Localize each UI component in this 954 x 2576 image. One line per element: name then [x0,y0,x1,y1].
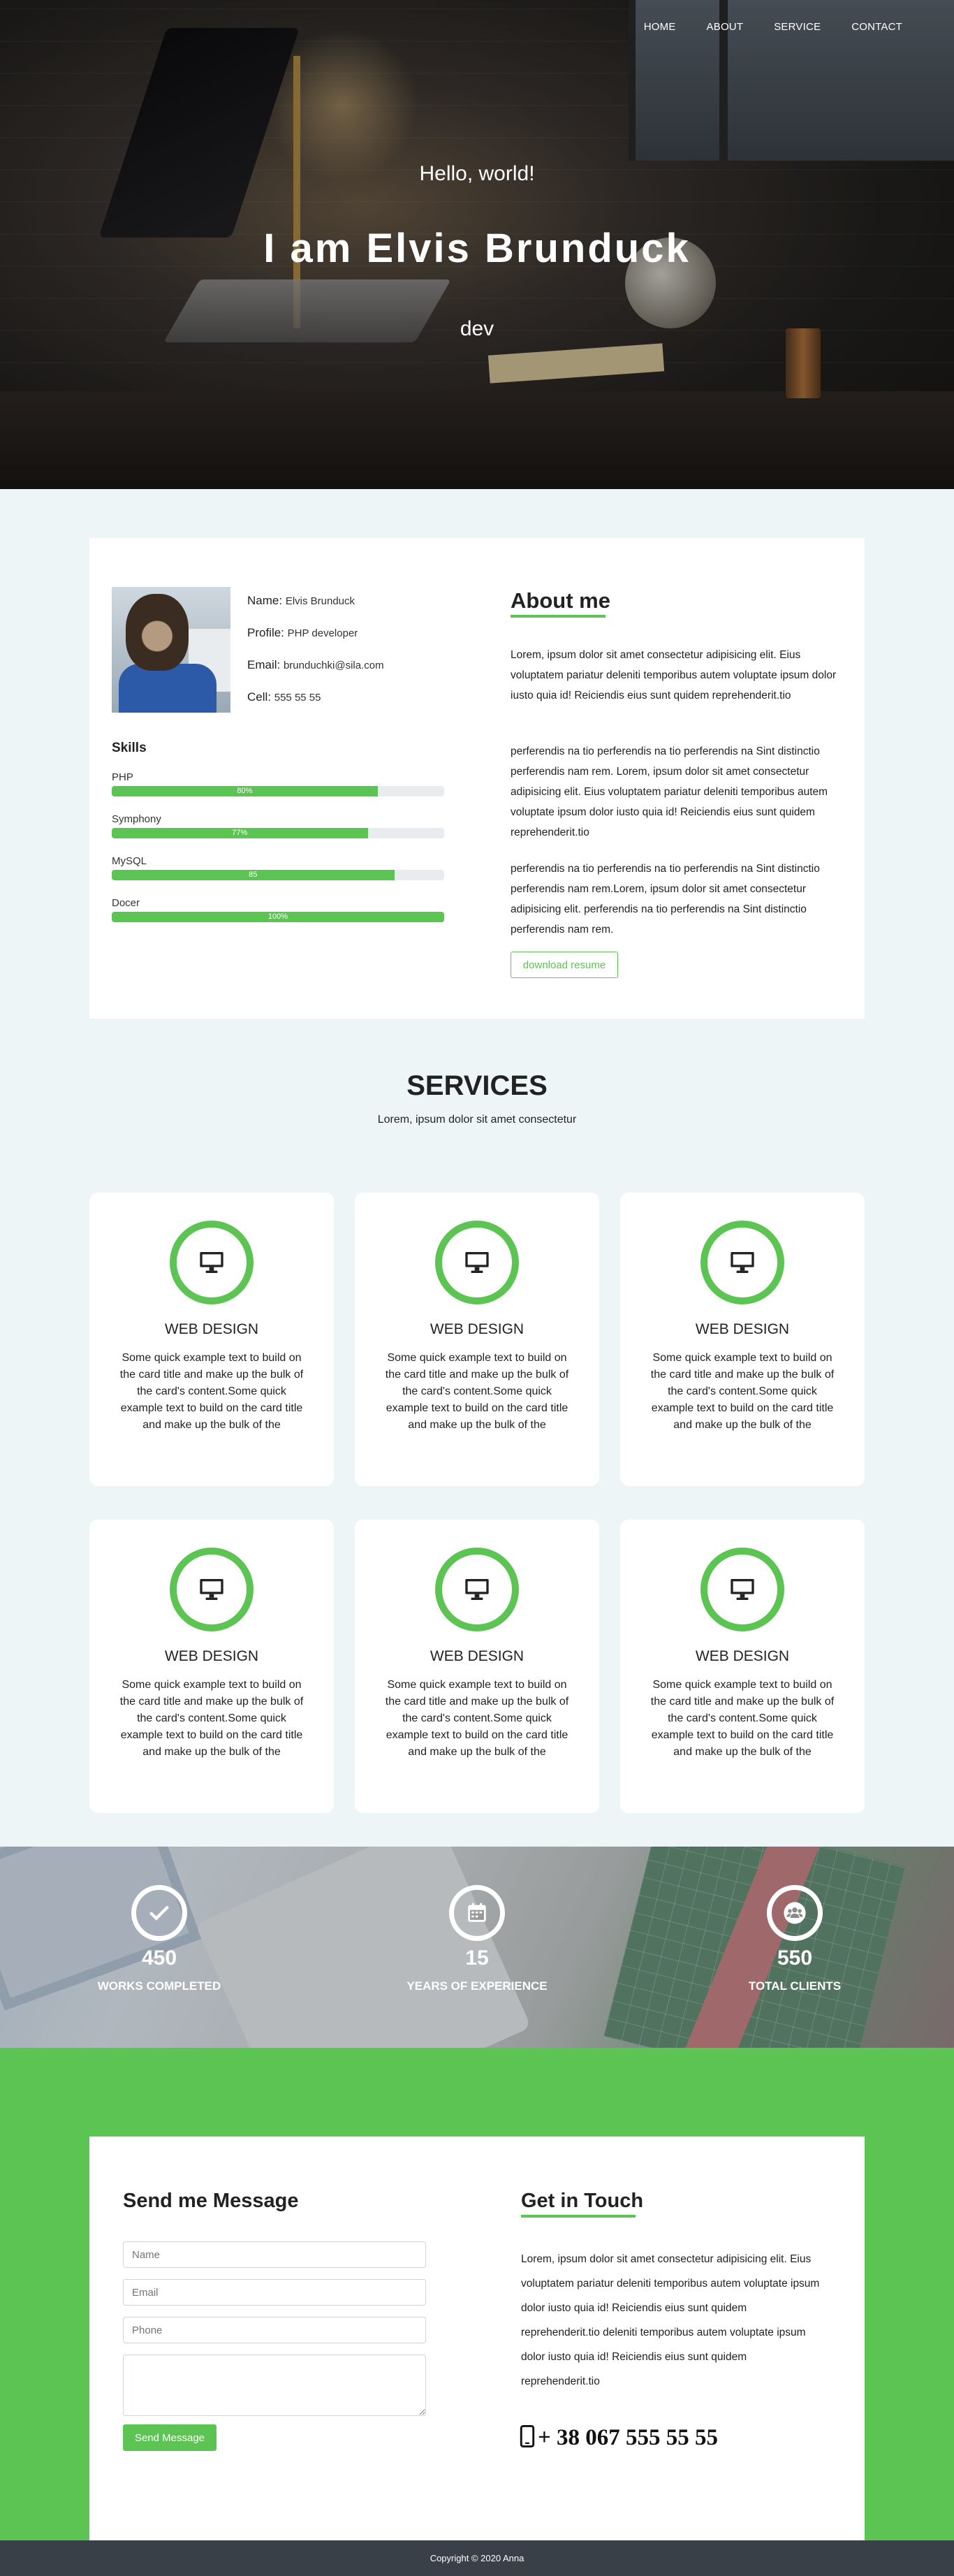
nav-about-link[interactable]: ABOUT [691,21,759,33]
hero-greeting: Hello, world! [419,162,535,185]
skill-docer: Docer 100% [112,897,444,922]
monitor-icon [170,1548,254,1631]
main-nav: HOME ABOUT SERVICE CONTACT [629,21,918,33]
stat-number: 550 [777,1946,813,1970]
message-field[interactable] [123,2355,426,2416]
service-card-text: Some quick example text to build on the … [119,1352,304,1431]
skill-mysql: MySQL 85 [112,855,444,880]
nav-service-link[interactable]: SERVICE [758,21,836,33]
service-card: WEB DESIGN Some quick example text to bu… [89,1520,334,1813]
check-icon [131,1885,187,1941]
profile-cell-value: 555 55 55 [274,692,321,704]
email-field[interactable] [123,2279,426,2306]
profile-email-value: brunduchki@sila.com [283,660,384,671]
services-subtitle: Lorem, ipsum dolor sit amet consectetur [377,1114,577,1126]
stat-label: TOTAL CLIENTS [748,1979,842,1993]
stat-label: YEARS OF EXPERIENCE [406,1979,548,1993]
contact-phone-number: + 38 067 555 55 55 [538,2425,719,2450]
about-paragraph: Lorem, ipsum dolor sit amet consectetur … [511,649,837,701]
users-icon [767,1885,823,1941]
skill-progress-bar: 77% [112,828,444,838]
phone-icon [520,2425,535,2447]
monitor-icon [435,1221,519,1304]
service-card-text: Some quick example text to build on the … [119,1679,304,1758]
profile-info: Name: Elvis Brunduck Profile: PHP develo… [247,594,384,722]
profile-email-row: Email: brunduchki@sila.com [247,658,384,671]
contact-phone: + 38 067 555 55 55 [520,2425,718,2451]
service-card: WEB DESIGN Some quick example text to bu… [355,1520,599,1813]
profile-name-row: Name: Elvis Brunduck [247,594,355,607]
profile-cell-row: Cell: 555 55 55 [247,690,321,704]
service-card-title: WEB DESIGN [164,1321,259,1337]
skill-progress-bar: 85 [112,870,444,880]
service-card-title: WEB DESIGN [164,1648,259,1664]
monitor-icon [700,1221,784,1304]
contact-card: Send me Message Send Message Get in Touc… [89,2137,865,2540]
about-paragraph: perferendis na tio perferendis na tio pe… [511,863,820,936]
about-paragraph: perferendis na tio perferendis na tio pe… [511,745,828,838]
get-in-touch-text: Lorem, ipsum dolor sit amet consectetur … [521,2253,820,2387]
skill-php: PHP 80% [112,771,444,796]
footer: Copyright © 2020 Anna [0,2540,954,2576]
service-card-text: Some quick example text to build on the … [650,1679,835,1758]
get-in-touch-underline [521,2215,636,2218]
nav-home-link[interactable]: HOME [629,21,691,33]
stats-section: 450 WORKS COMPLETED 15 YEARS OF EXPERIEN… [0,1847,954,2048]
phone-field[interactable] [123,2317,426,2343]
copyright-text: Copyright © 2020 Anna [430,2553,524,2563]
service-card-title: WEB DESIGN [430,1648,524,1664]
service-card-title: WEB DESIGN [430,1321,524,1337]
hero-section: HOME ABOUT SERVICE CONTACT Hello, world!… [0,0,954,489]
about-title-underline [511,615,606,618]
skills-heading: Skills [112,741,147,755]
contact-form-title: Send me Message [123,2190,299,2212]
service-card-title: WEB DESIGN [695,1321,790,1337]
profile-name-value: Elvis Brunduck [285,595,355,607]
skill-symphony: Symphony 77% [112,813,444,838]
service-card-title: WEB DESIGN [695,1648,790,1664]
profile-role-row: Profile: PHP developer [247,626,358,639]
hero-name: I am Elvis Brunduck [263,226,691,271]
service-card: WEB DESIGN Some quick example text to bu… [620,1193,865,1486]
monitor-icon [170,1221,254,1304]
service-card-text: Some quick example text to build on the … [385,1679,569,1758]
monitor-icon [700,1548,784,1631]
stat-number: 15 [465,1946,489,1970]
service-card-text: Some quick example text to build on the … [650,1352,835,1431]
stat-label: WORKS COMPLETED [97,1979,221,1993]
skill-progress-bar: 80% [112,786,444,796]
service-card: WEB DESIGN Some quick example text to bu… [355,1193,599,1486]
about-title: About me [511,588,610,613]
stat-years-experience: 15 YEARS OF EXPERIENCE [372,1847,582,2048]
service-card: WEB DESIGN Some quick example text to bu… [620,1520,865,1813]
hero-role: dev [460,317,494,340]
nav-contact-link[interactable]: CONTACT [836,21,918,33]
avatar [112,587,230,713]
stat-total-clients: 550 TOTAL CLIENTS [690,1847,900,2048]
profile-role-value: PHP developer [287,627,358,639]
skill-progress-bar: 100% [112,912,444,922]
monitor-icon [435,1548,519,1631]
stat-number: 450 [141,1946,177,1970]
service-card: WEB DESIGN Some quick example text to bu… [89,1193,334,1486]
service-card-text: Some quick example text to build on the … [385,1352,569,1431]
send-message-button[interactable]: Send Message [123,2424,217,2451]
stat-works-completed: 450 WORKS COMPLETED [54,1847,264,2048]
name-field[interactable] [123,2241,426,2268]
download-resume-button[interactable]: download resume [511,952,618,978]
about-card: Name: Elvis Brunduck Profile: PHP develo… [89,538,865,1019]
calendar-icon [449,1885,505,1941]
get-in-touch-title: Get in Touch [521,2190,644,2212]
services-title: SERVICES [406,1070,548,1101]
